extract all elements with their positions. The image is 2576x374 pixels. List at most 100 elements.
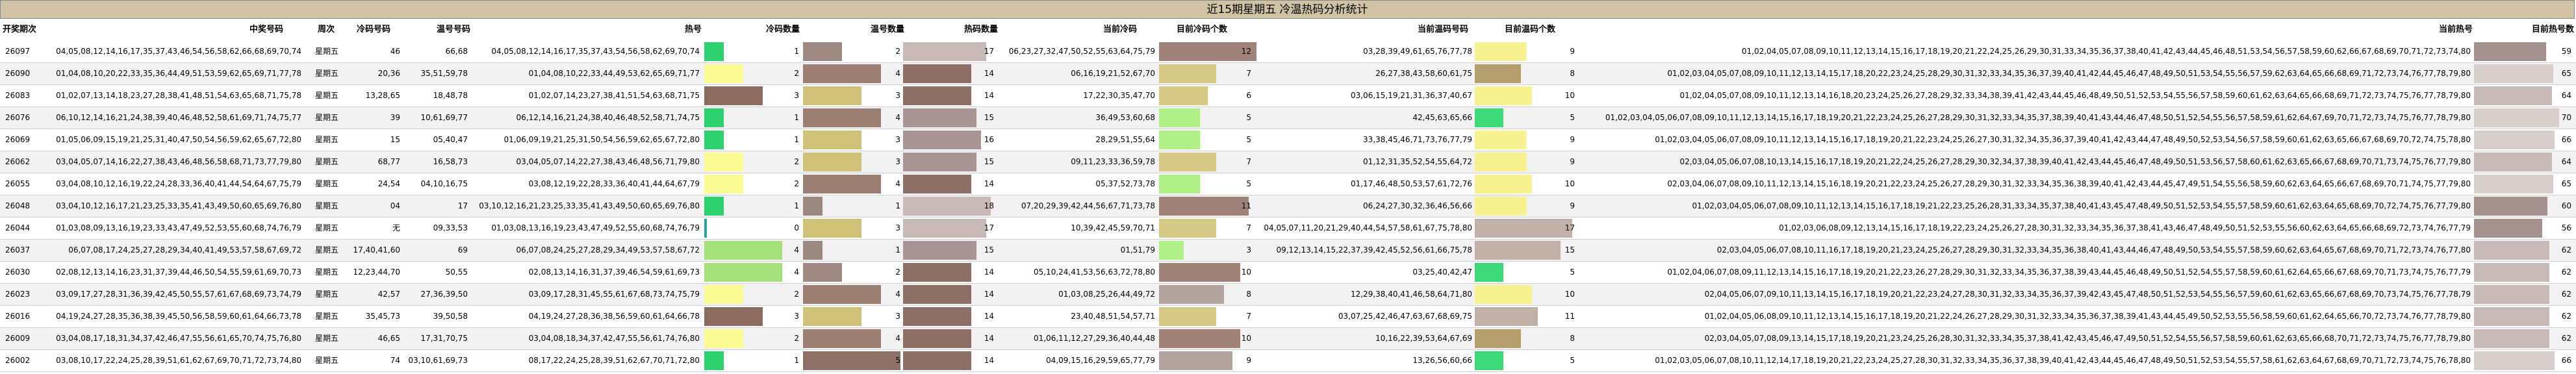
- cell-warm[interactable]: 69: [403, 240, 470, 261]
- cell-period[interactable]: 26044: [3, 218, 44, 239]
- cell-hot[interactable]: 03,09,17,28,31,45,55,61,67,68,73,74,75,7…: [472, 284, 702, 305]
- cell-current-warm[interactable]: 03,06,15,19,21,31,36,37,40,67: [1257, 85, 1475, 106]
- cell-period[interactable]: 26048: [3, 195, 44, 217]
- cell-current[interactable]: 17,22,30,35,47,70: [998, 85, 1158, 106]
- cell-hot[interactable]: 01,06,09,19,21,25,31,50,54,56,59,62,65,6…: [472, 129, 702, 151]
- cell-hot[interactable]: 06,07,08,24,25,27,28,29,34,49,53,57,58,6…: [472, 240, 702, 261]
- cell-warm[interactable]: 16,58,73: [403, 151, 470, 173]
- cell-cold-count[interactable]: 1: [747, 350, 802, 371]
- table-row[interactable]: 26044 01,03,08,09,13,16,19,23,33,43,47,49…: [0, 218, 2576, 240]
- cell-hot[interactable]: 01,04,08,10,22,33,44,49,53,62,65,69,71,7…: [472, 63, 702, 84]
- table-row[interactable]: 26023 03,09,17,27,28,31,36,39,42,45,50,55…: [0, 284, 2576, 306]
- table-row[interactable]: 26002 03,08,10,17,22,24,25,28,39,51,61,62…: [0, 350, 2576, 372]
- cell-cold[interactable]: 35,45,73: [344, 306, 403, 327]
- cell-hot-count[interactable]: 14: [942, 350, 997, 371]
- cell-cold-count[interactable]: 4: [747, 262, 802, 283]
- cell-target-cold[interactable]: 7: [1221, 306, 1254, 327]
- cell-hot[interactable]: 02,08,13,14,16,31,37,39,46,54,59,61,69,7…: [472, 262, 702, 283]
- cell-current-hot[interactable]: 01,02,03,05,06,07,08,10,11,12,14,17,18,1…: [1579, 350, 2473, 371]
- cell-current-warm[interactable]: 42,45,63,65,66: [1257, 107, 1475, 129]
- cell-weekday[interactable]: 星期五: [311, 85, 343, 106]
- cell-period[interactable]: 26097: [3, 41, 44, 62]
- cell-warm-count[interactable]: 1: [845, 240, 903, 261]
- cell-weekday[interactable]: 星期五: [311, 306, 343, 327]
- header-current[interactable]: 当前冷码: [1039, 19, 1137, 41]
- cell-target-warm[interactable]: 15: [1546, 240, 1577, 261]
- cell-prize[interactable]: 03,09,17,27,28,31,36,39,42,45,50,55,57,6…: [44, 284, 304, 305]
- cell-prize[interactable]: 06,10,12,14,16,21,24,38,39,40,46,48,52,5…: [44, 107, 304, 129]
- cell-warm-count[interactable]: 2: [845, 262, 903, 283]
- cell-hot-count[interactable]: 15: [942, 151, 997, 173]
- table-row[interactable]: 26076 06,10,12,14,16,21,24,38,39,40,46,48…: [0, 107, 2576, 129]
- cell-prize[interactable]: 03,04,08,10,12,16,19,22,24,28,33,36,40,4…: [44, 173, 304, 195]
- cell-current[interactable]: 09,11,23,33,36,59,78: [998, 151, 1158, 173]
- cell-target-cold[interactable]: 10: [1221, 328, 1254, 349]
- cell-prize[interactable]: 03,04,10,12,16,17,21,23,25,33,35,41,43,4…: [44, 195, 304, 217]
- cell-current[interactable]: 23,40,48,51,54,57,71: [998, 306, 1158, 327]
- table-row[interactable]: 26055 03,04,08,10,12,16,19,22,24,28,33,36…: [0, 173, 2576, 195]
- cell-period[interactable]: 26009: [3, 328, 44, 349]
- cell-current-hot[interactable]: 02,04,05,06,07,09,10,11,13,14,15,16,17,1…: [1579, 284, 2473, 305]
- cell-target-warm[interactable]: 17: [1546, 218, 1577, 239]
- cell-warm[interactable]: 27,36,39,50: [403, 284, 470, 305]
- cell-warm-count[interactable]: 3: [845, 129, 903, 151]
- cell-cold-count[interactable]: 2: [747, 173, 802, 195]
- cell-current[interactable]: 06,23,27,32,47,50,52,55,63,64,75,79: [998, 41, 1158, 62]
- cell-weekday[interactable]: 星期五: [311, 63, 343, 84]
- cell-current[interactable]: 06,16,19,21,52,67,70: [998, 63, 1158, 84]
- cell-target-hot[interactable]: 65: [2521, 63, 2574, 84]
- cell-target-cold[interactable]: 11: [1221, 195, 1254, 217]
- cell-warm-count[interactable]: 3: [845, 85, 903, 106]
- cell-cold-count[interactable]: 3: [747, 306, 802, 327]
- cell-target-warm[interactable]: 10: [1546, 173, 1577, 195]
- cell-target-warm[interactable]: 10: [1546, 284, 1577, 305]
- table-row[interactable]: 26090 01,04,08,10,20,22,33,35,36,44,49,51…: [0, 63, 2576, 85]
- cell-cold[interactable]: 39: [344, 107, 403, 129]
- cell-current-warm[interactable]: 03,28,39,49,61,65,76,77,78: [1257, 41, 1475, 62]
- cell-hot-count[interactable]: 14: [942, 284, 997, 305]
- cell-warm-count[interactable]: 5: [845, 350, 903, 371]
- cell-warm[interactable]: 50,55: [403, 262, 470, 283]
- header-prize[interactable]: 中奖号码: [195, 19, 283, 41]
- cell-hot[interactable]: 03,10,12,16,21,23,25,33,35,41,43,49,50,6…: [472, 195, 702, 217]
- cell-current-warm[interactable]: 01,12,31,35,52,54,55,64,72: [1257, 151, 1475, 173]
- cell-warm-count[interactable]: 1: [845, 195, 903, 217]
- cell-period[interactable]: 26002: [3, 350, 44, 371]
- cell-target-hot[interactable]: 62: [2521, 328, 2574, 349]
- cell-target-hot[interactable]: 59: [2521, 41, 2574, 62]
- cell-cold-count[interactable]: 1: [747, 107, 802, 129]
- cell-cold[interactable]: 24,54: [344, 173, 403, 195]
- cell-current[interactable]: 05,37,52,73,78: [998, 173, 1158, 195]
- cell-current-hot[interactable]: 02,03,04,06,07,08,09,10,11,12,13,14,15,1…: [1579, 173, 2473, 195]
- cell-hot[interactable]: 01,03,08,13,16,19,23,43,47,49,52,55,60,6…: [472, 218, 702, 239]
- cell-cold-count[interactable]: 1: [747, 195, 802, 217]
- cell-cold-count[interactable]: 2: [747, 151, 802, 173]
- cell-current[interactable]: 10,39,42,45,59,70,71: [998, 218, 1158, 239]
- cell-warm[interactable]: 35,51,59,78: [403, 63, 470, 84]
- cell-hot-count[interactable]: 14: [942, 173, 997, 195]
- table-row[interactable]: 26030 02,08,12,13,14,16,23,31,37,39,44,46…: [0, 262, 2576, 284]
- cell-cold[interactable]: 04: [344, 195, 403, 217]
- cell-target-hot[interactable]: 62: [2521, 240, 2574, 261]
- cell-current-warm[interactable]: 06,24,27,30,32,36,46,56,66: [1257, 195, 1475, 217]
- cell-current-hot[interactable]: 01,02,03,04,05,06,07,08,09,10,11,12,13,1…: [1579, 107, 2473, 129]
- cell-target-warm[interactable]: 9: [1546, 129, 1577, 151]
- cell-weekday[interactable]: 星期五: [311, 129, 343, 151]
- cell-period[interactable]: 26030: [3, 262, 44, 283]
- cell-weekday[interactable]: 星期五: [311, 107, 343, 129]
- cell-current[interactable]: 04,09,15,16,29,59,65,77,79: [998, 350, 1158, 371]
- cell-weekday[interactable]: 星期五: [311, 350, 343, 371]
- cell-current-hot[interactable]: 02,03,04,05,07,08,09,13,14,15,17,18,19,2…: [1579, 328, 2473, 349]
- cell-current[interactable]: 01,06,11,12,27,29,36,40,44,48: [998, 328, 1158, 349]
- table-row[interactable]: 26048 03,04,10,12,16,17,21,23,25,33,35,41…: [0, 195, 2576, 218]
- cell-current-hot[interactable]: 02,03,04,05,06,07,08,10,13,14,15,16,17,1…: [1579, 151, 2473, 173]
- cell-target-warm[interactable]: 8: [1546, 328, 1577, 349]
- cell-prize[interactable]: 06,07,08,17,24,25,27,28,29,34,40,41,49,5…: [44, 240, 304, 261]
- cell-target-hot[interactable]: 64: [2521, 151, 2574, 173]
- table-row[interactable]: 26069 01,05,06,09,15,19,21,25,31,40,47,50…: [0, 129, 2576, 151]
- cell-cold-count[interactable]: 0: [747, 218, 802, 239]
- cell-target-hot[interactable]: 65: [2521, 173, 2574, 195]
- cell-hot-count[interactable]: 15: [942, 107, 997, 129]
- cell-hot-count[interactable]: 14: [942, 262, 997, 283]
- cell-target-warm[interactable]: 5: [1546, 107, 1577, 129]
